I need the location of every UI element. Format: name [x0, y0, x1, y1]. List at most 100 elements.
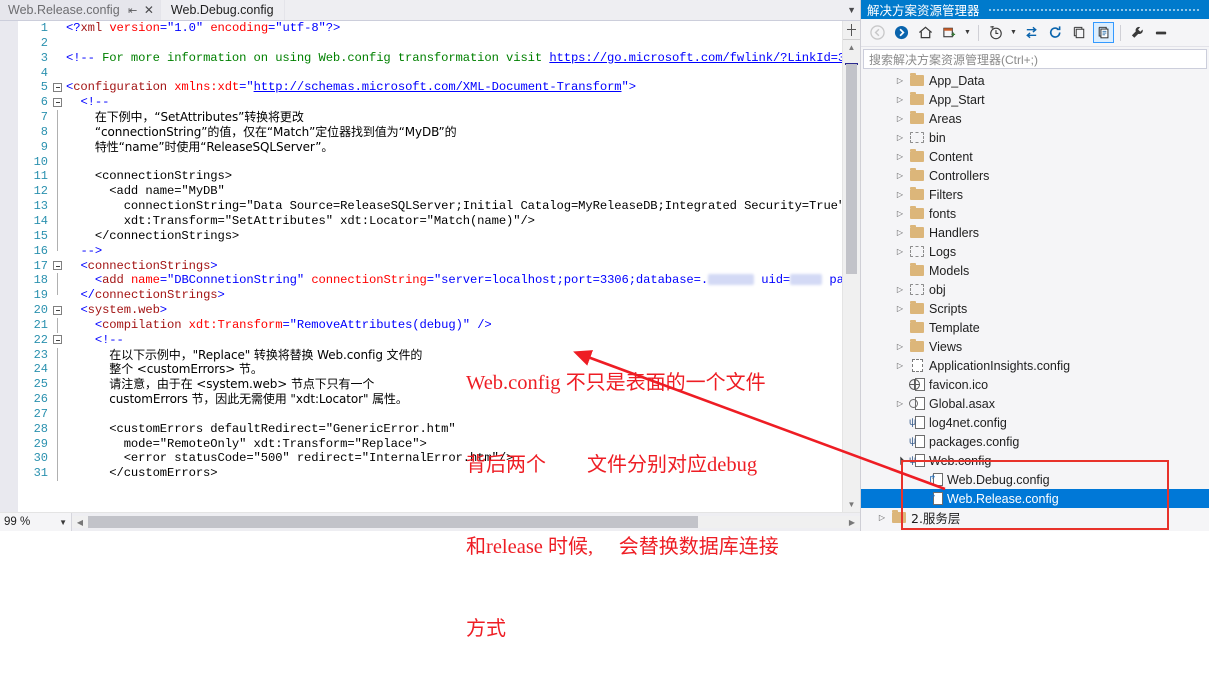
chevron-right-icon[interactable]: ▷	[875, 513, 889, 522]
tree-item-controllers[interactable]: ▷ Controllers	[861, 166, 1209, 185]
preview-selected-items-button[interactable]	[1151, 22, 1172, 43]
solution-explorer-search-box[interactable]: 搜索解决方案资源管理器(Ctrl+;)	[863, 49, 1207, 69]
tree-item-models[interactable]: Models	[861, 261, 1209, 280]
tree-item-label: Models	[929, 263, 970, 278]
line-number: 17	[33, 258, 48, 273]
tree-item-content[interactable]: ▷ Content	[861, 147, 1209, 166]
chevron-down-icon[interactable]: ▼	[847, 0, 856, 20]
pin-icon[interactable]: ⇥	[128, 4, 137, 17]
chevron-right-icon[interactable]: ▷	[893, 342, 907, 351]
chevron-right-icon[interactable]: ▷	[893, 304, 907, 313]
vscroll-thumb[interactable]	[846, 64, 857, 274]
chevron-right-icon[interactable]: ▷	[893, 133, 907, 142]
line-number: 11	[33, 169, 48, 184]
tree-item-app-start[interactable]: ▷ App_Start	[861, 90, 1209, 109]
scroll-up-arrow[interactable]: ▲	[843, 40, 860, 55]
code-line: 25 请注意，由于在 <system.web> 节点下只有一个	[18, 377, 860, 393]
fold-margin[interactable]	[50, 80, 66, 95]
solution-explorer-tree[interactable]: ▷ App_Data ▷ App_Start ▷ Areas ▷ bin ▷ Content ▷ Co…	[861, 69, 1209, 531]
chevron-right-icon[interactable]: ▷	[893, 190, 907, 199]
chevron-down-icon[interactable]: ▼	[1009, 29, 1018, 36]
tree-item-web-release-config[interactable]: ↱ Web.Release.config	[861, 489, 1209, 508]
tree-item-app-data[interactable]: ▷ App_Data	[861, 71, 1209, 90]
tree-item-handlers[interactable]: ▷ Handlers	[861, 223, 1209, 242]
vscroll-track[interactable]	[845, 54, 858, 497]
chevron-right-icon[interactable]: ▷	[893, 171, 907, 180]
tree-item-packages-config[interactable]: ψ packages.config	[861, 432, 1209, 451]
editor-vertical-scrollbar[interactable]: ▲ ▼	[842, 21, 860, 512]
tree-item-web-config[interactable]: ◢ ψ Web.config	[861, 451, 1209, 470]
indicator-margin[interactable]	[0, 21, 18, 512]
tree-item-log4net-config[interactable]: ψ log4net.config	[861, 413, 1209, 432]
zoom-selector[interactable]: 99 % ▼	[0, 513, 72, 531]
chevron-right-icon[interactable]: ▷	[893, 209, 907, 218]
tree-item-favicon-ico[interactable]: favicon.ico	[861, 375, 1209, 394]
code-line: 9 特性“name”时使用“ReleaseSQLServer”。	[18, 139, 860, 155]
chevron-down-icon[interactable]: ▼	[963, 29, 972, 36]
tree-item-global-asax[interactable]: ▷ Global.asax	[861, 394, 1209, 413]
tree-item-logs[interactable]: ▷ Logs	[861, 242, 1209, 261]
tree-item-scripts[interactable]: ▷ Scripts	[861, 299, 1209, 318]
close-icon[interactable]: ✕	[144, 3, 154, 17]
chevron-right-icon[interactable]: ▷	[893, 95, 907, 104]
show-all-files-button[interactable]	[1093, 22, 1114, 43]
sync-button[interactable]	[1021, 22, 1042, 43]
tree-item-areas[interactable]: ▷ Areas	[861, 109, 1209, 128]
tab-web-release-config[interactable]: Web.Release.config ⇥ ✕	[0, 0, 161, 20]
folder-icon	[910, 339, 924, 352]
fold-margin	[50, 139, 66, 155]
fold-margin[interactable]	[50, 259, 66, 274]
fold-margin[interactable]	[50, 303, 66, 318]
pending-changes-button[interactable]	[939, 22, 960, 43]
editor-horizontal-scrollbar[interactable]: ◀ ▶	[72, 516, 860, 528]
tree-item-obj[interactable]: ▷ obj	[861, 280, 1209, 299]
scroll-right-arrow[interactable]: ▶	[844, 518, 860, 527]
tree-item-icon: ↱	[925, 492, 945, 505]
fold-margin	[50, 317, 66, 333]
home-button[interactable]	[915, 22, 936, 43]
code-area[interactable]: 1 <?xml version="1.0" encoding="utf-8"?> …	[18, 21, 860, 512]
tree-item-2[interactable]: ▷ 2.服务层	[861, 508, 1209, 527]
tree-item-template[interactable]: Template	[861, 318, 1209, 337]
code-line: 20 <system.web>	[18, 303, 860, 318]
properties-button[interactable]	[1127, 22, 1148, 43]
tree-item-web-debug-config[interactable]: ↱ Web.Debug.config	[861, 470, 1209, 489]
fold-margin[interactable]	[50, 333, 66, 348]
history-button[interactable]	[985, 22, 1006, 43]
line-number: 25	[33, 377, 48, 392]
collapse-all-button[interactable]	[1069, 22, 1090, 43]
back-button[interactable]	[867, 22, 888, 43]
tab-web-debug-config[interactable]: Web.Debug.config	[160, 0, 285, 20]
split-view-button[interactable]	[843, 21, 860, 40]
refresh-button[interactable]	[1045, 22, 1066, 43]
tree-item-fonts[interactable]: ▷ fonts	[861, 204, 1209, 223]
chevron-right-icon[interactable]: ▷	[893, 399, 907, 408]
chevron-right-icon[interactable]: ▷	[893, 228, 907, 237]
hscroll-thumb[interactable]	[88, 516, 698, 528]
chevron-down-icon[interactable]: ▼	[59, 518, 67, 527]
line-number: 28	[33, 421, 48, 436]
tree-item-icon	[907, 246, 927, 257]
forward-button[interactable]	[891, 22, 912, 43]
chevron-right-icon[interactable]: ▷	[893, 285, 907, 294]
tree-item-filters[interactable]: ▷ Filters	[861, 185, 1209, 204]
tree-item-bin[interactable]: ▷ bin	[861, 128, 1209, 147]
tree-item-views[interactable]: ▷ Views	[861, 337, 1209, 356]
tree-item-label: fonts	[929, 206, 957, 221]
chevron-right-icon[interactable]: ▷	[893, 76, 907, 85]
hscroll-track[interactable]	[88, 516, 844, 528]
scroll-down-arrow[interactable]: ▼	[843, 497, 860, 512]
chevron-right-icon[interactable]: ▷	[893, 361, 907, 370]
chevron-down-icon[interactable]: ◢	[892, 452, 908, 468]
chevron-right-icon[interactable]: ▷	[893, 114, 907, 123]
file-dashed-icon	[911, 359, 923, 372]
line-number: 29	[33, 436, 48, 451]
scroll-left-arrow[interactable]: ◀	[72, 518, 88, 527]
code-line: 12 <add name="MyDB"	[18, 184, 860, 200]
chevron-right-icon[interactable]: ▷	[893, 152, 907, 161]
chevron-right-icon[interactable]: ▷	[893, 247, 907, 256]
tree-item-applicationinsights-config[interactable]: ▷ ApplicationInsights.config	[861, 356, 1209, 375]
code-text: mode="RemoteOnly" xdt:Transform="Replace…	[66, 436, 427, 451]
asax-file-icon	[909, 397, 925, 410]
fold-margin[interactable]	[50, 95, 66, 110]
